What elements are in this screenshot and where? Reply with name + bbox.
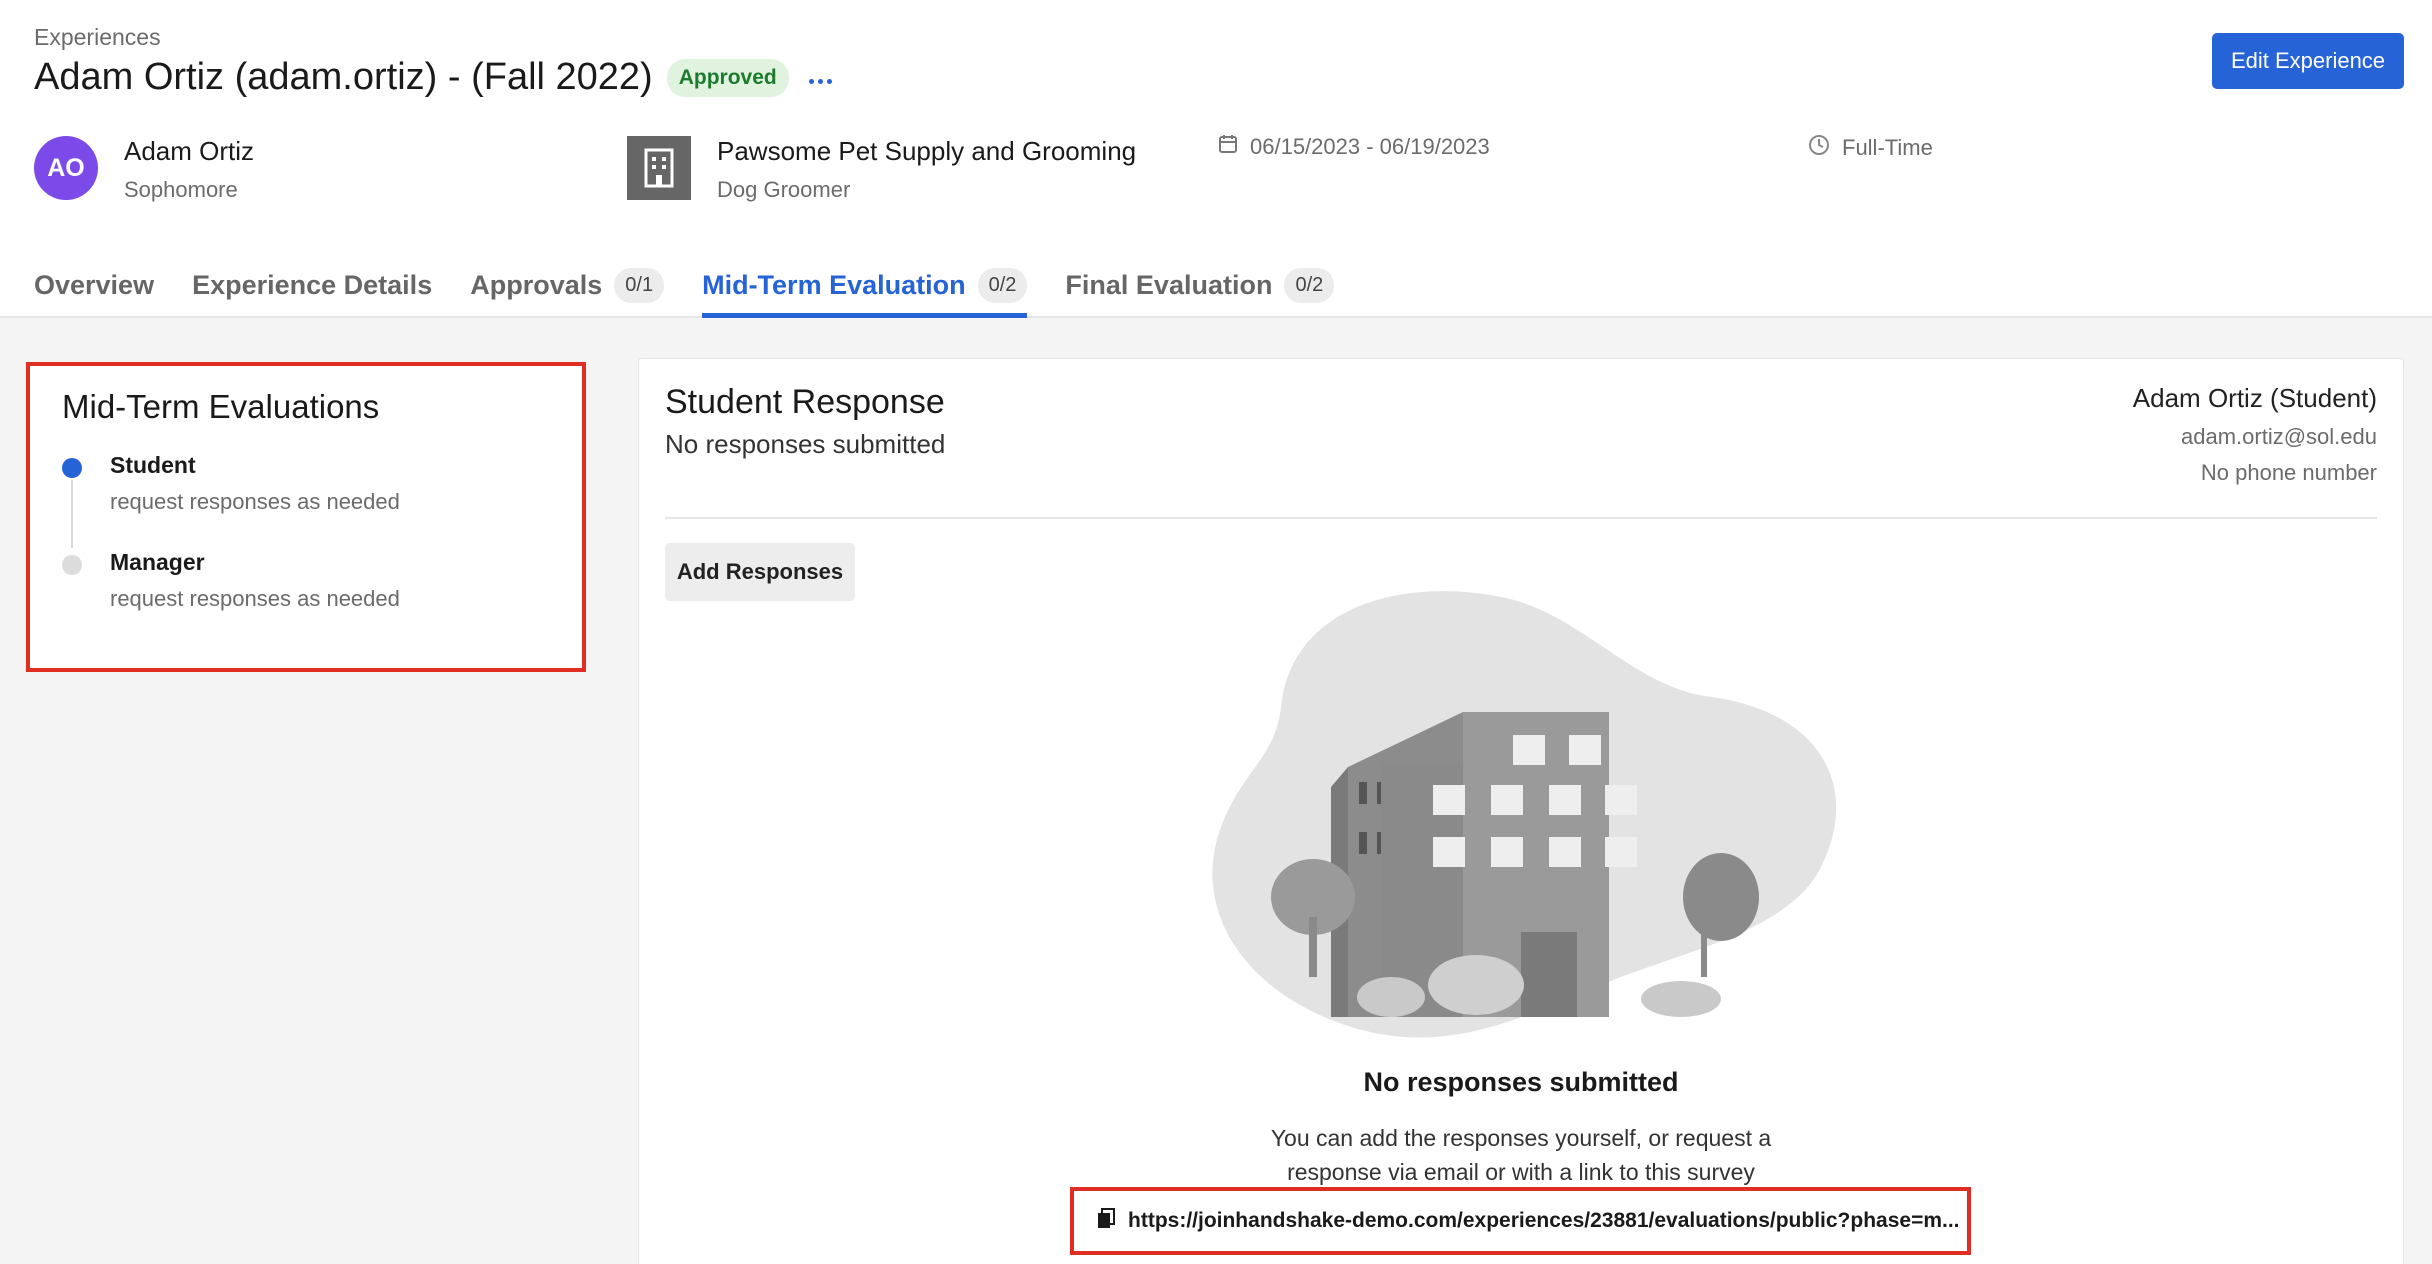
tab-experience-details[interactable]: Experience Details xyxy=(192,252,432,318)
response-status: No responses submitted xyxy=(665,429,946,459)
survey-link[interactable]: https://joinhandshake-demo.com/experienc… xyxy=(1070,1187,1971,1255)
employer-name[interactable]: Pawsome Pet Supply and Grooming xyxy=(717,136,1136,167)
divider xyxy=(665,517,2377,519)
step-name: Student xyxy=(110,452,196,478)
tab-final-evaluation[interactable]: Final Evaluation 0/2 xyxy=(1065,252,1335,318)
status-badge: Approved xyxy=(666,58,789,97)
survey-link-text[interactable]: https://joinhandshake-demo.com/experienc… xyxy=(1128,1209,1960,1233)
calendar-icon xyxy=(1218,134,1238,160)
edit-experience-button[interactable]: Edit Experience xyxy=(2212,33,2404,89)
tab-label: Approvals xyxy=(470,269,603,300)
employer-summary: Pawsome Pet Supply and Grooming Dog Groo… xyxy=(627,136,1136,203)
title-row: Adam Ortiz (adam.ortiz) - (Fall 2022) Ap… xyxy=(34,56,838,99)
contact-name: Adam Ortiz (Student) xyxy=(2132,383,2377,413)
student-summary: AO Adam Ortiz Sophomore xyxy=(34,136,254,203)
tab-approvals[interactable]: Approvals 0/1 xyxy=(470,252,665,318)
building-icon xyxy=(627,136,691,200)
step-inactive-dot xyxy=(62,555,82,575)
clock-icon xyxy=(1808,134,1830,162)
date-range-text: 06/15/2023 - 06/19/2023 xyxy=(1250,134,1490,159)
employment-type-text: Full-Time xyxy=(1842,135,1933,160)
contact-info: Adam Ortiz (Student) adam.ortiz@sol.edu … xyxy=(2133,383,2377,486)
contact-phone: No phone number xyxy=(2200,460,2377,485)
step-student[interactable]: Student request responses as needed xyxy=(62,452,400,515)
tab-label: Overview xyxy=(34,269,155,300)
student-year: Sophomore xyxy=(124,177,238,202)
panel-title: Mid-Term Evaluations xyxy=(62,388,380,425)
empty-state-description: You can add the responses yourself, or r… xyxy=(639,1121,2403,1189)
response-title: Student Response xyxy=(665,383,945,421)
empty-state-title: No responses submitted xyxy=(1363,1067,1679,1097)
tab-count-badge: 0/2 xyxy=(1284,267,1335,303)
step-status: request responses as needed xyxy=(110,489,400,514)
employment-type: Full-Time xyxy=(1808,134,1933,162)
tab-label: Experience Details xyxy=(192,269,433,300)
mid-term-evaluations-panel: Mid-Term Evaluations Student request res… xyxy=(26,362,586,672)
page-title: Adam Ortiz (adam.ortiz) - (Fall 2022) xyxy=(34,56,653,98)
more-options-icon[interactable] xyxy=(803,73,838,90)
tab-label: Final Evaluation xyxy=(1065,269,1273,300)
date-range: 06/15/2023 - 06/19/2023 xyxy=(1218,134,1490,160)
empty-state-illustration xyxy=(1212,591,1837,1038)
experience-header: Experiences Adam Ortiz (adam.ortiz) - (F… xyxy=(0,0,2432,318)
tab-count-badge: 0/1 xyxy=(614,267,665,303)
tab-count-badge: 0/2 xyxy=(977,267,1028,303)
copy-icon[interactable] xyxy=(1096,1207,1116,1235)
contact-email[interactable]: adam.ortiz@sol.edu xyxy=(2133,424,2377,450)
tab-overview[interactable]: Overview xyxy=(34,252,154,318)
student-response-card: Student Response No responses submitted … xyxy=(638,358,2404,1264)
tab-bar: Overview Experience Details Approvals 0/… xyxy=(34,252,1372,318)
avatar: AO xyxy=(34,136,98,200)
student-name[interactable]: Adam Ortiz xyxy=(124,136,254,167)
add-responses-button[interactable]: Add Responses xyxy=(665,543,855,601)
step-status: request responses as needed xyxy=(110,586,400,611)
breadcrumb[interactable]: Experiences xyxy=(34,24,161,51)
job-title: Dog Groomer xyxy=(717,177,851,202)
step-active-dot xyxy=(62,458,82,478)
tab-mid-term-evaluation[interactable]: Mid-Term Evaluation 0/2 xyxy=(702,252,1028,318)
empty-state-line-1: You can add the responses yourself, or r… xyxy=(1270,1125,1772,1151)
tab-label: Mid-Term Evaluation xyxy=(702,269,966,300)
empty-state-line-2: response via email or with a link to thi… xyxy=(1287,1159,1755,1185)
step-name: Manager xyxy=(110,549,205,575)
step-manager[interactable]: Manager request responses as needed xyxy=(62,549,400,612)
